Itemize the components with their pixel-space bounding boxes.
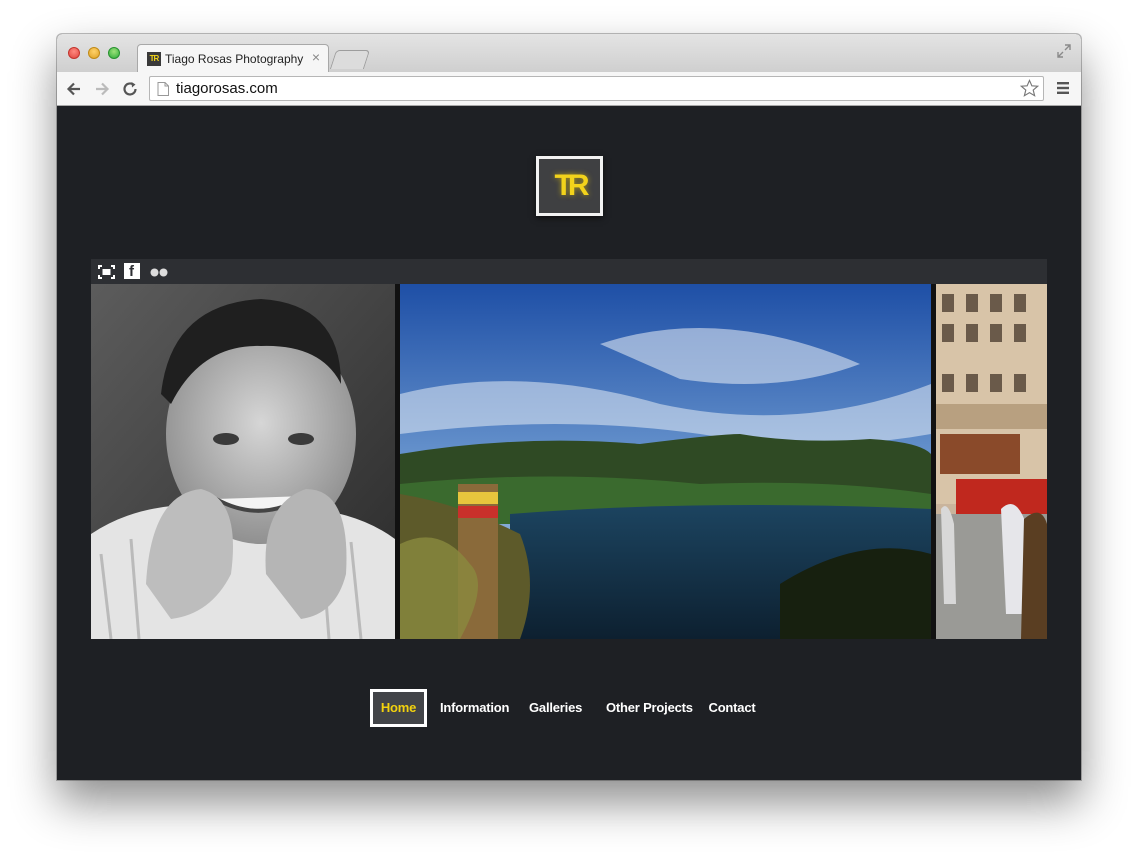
flickr-icon[interactable] — [150, 268, 168, 277]
browser-window: TR Tiago Rosas Photography × tiagorosas.… — [57, 34, 1081, 780]
facebook-icon[interactable]: f — [124, 263, 140, 280]
nav-home[interactable]: Home — [370, 689, 427, 727]
back-arrow-icon[interactable] — [65, 80, 83, 98]
menu-icon[interactable] — [1056, 81, 1070, 95]
site-favicon: TR — [147, 52, 161, 66]
new-tab-button[interactable] — [329, 50, 371, 69]
gallery-toolbar: f — [91, 259, 1047, 284]
photo-city-street[interactable] — [936, 284, 1047, 639]
photo-boy-portrait[interactable] — [91, 284, 395, 639]
nav-galleries[interactable]: Galleries — [529, 689, 582, 727]
minimize-window-button[interactable] — [88, 47, 100, 59]
tab-title: Tiago Rosas Photography — [165, 52, 304, 66]
tab-strip: TR Tiago Rosas Photography × — [57, 34, 1081, 72]
nav-information[interactable]: Information — [440, 689, 509, 727]
fullscreen-icon[interactable] — [1057, 44, 1071, 58]
site-logo[interactable]: TR — [536, 156, 603, 216]
nav-contact[interactable]: Contact — [708, 689, 756, 727]
tab-close-icon[interactable]: × — [312, 49, 320, 65]
reload-icon[interactable] — [121, 80, 139, 98]
url-text: tiagorosas.com — [176, 80, 278, 97]
photo-gallery[interactable] — [91, 284, 1047, 639]
nav-other-projects[interactable]: Other Projects — [606, 689, 693, 727]
browser-tab[interactable]: TR Tiago Rosas Photography × — [137, 44, 329, 72]
forward-arrow-icon[interactable] — [93, 80, 111, 98]
fullscreen-icon[interactable] — [98, 265, 115, 279]
bookmark-star-icon[interactable] — [1020, 79, 1039, 98]
page-content: TR f Home Information Galleries Other Pr… — [57, 106, 1081, 780]
facebook-glyph: f — [129, 263, 134, 280]
photo-crater-lake[interactable] — [400, 284, 931, 639]
zoom-window-button[interactable] — [108, 47, 120, 59]
address-bar[interactable]: tiagorosas.com — [149, 76, 1044, 101]
browser-toolbar: tiagorosas.com — [57, 72, 1081, 106]
close-window-button[interactable] — [68, 47, 80, 59]
page-icon — [157, 82, 169, 96]
